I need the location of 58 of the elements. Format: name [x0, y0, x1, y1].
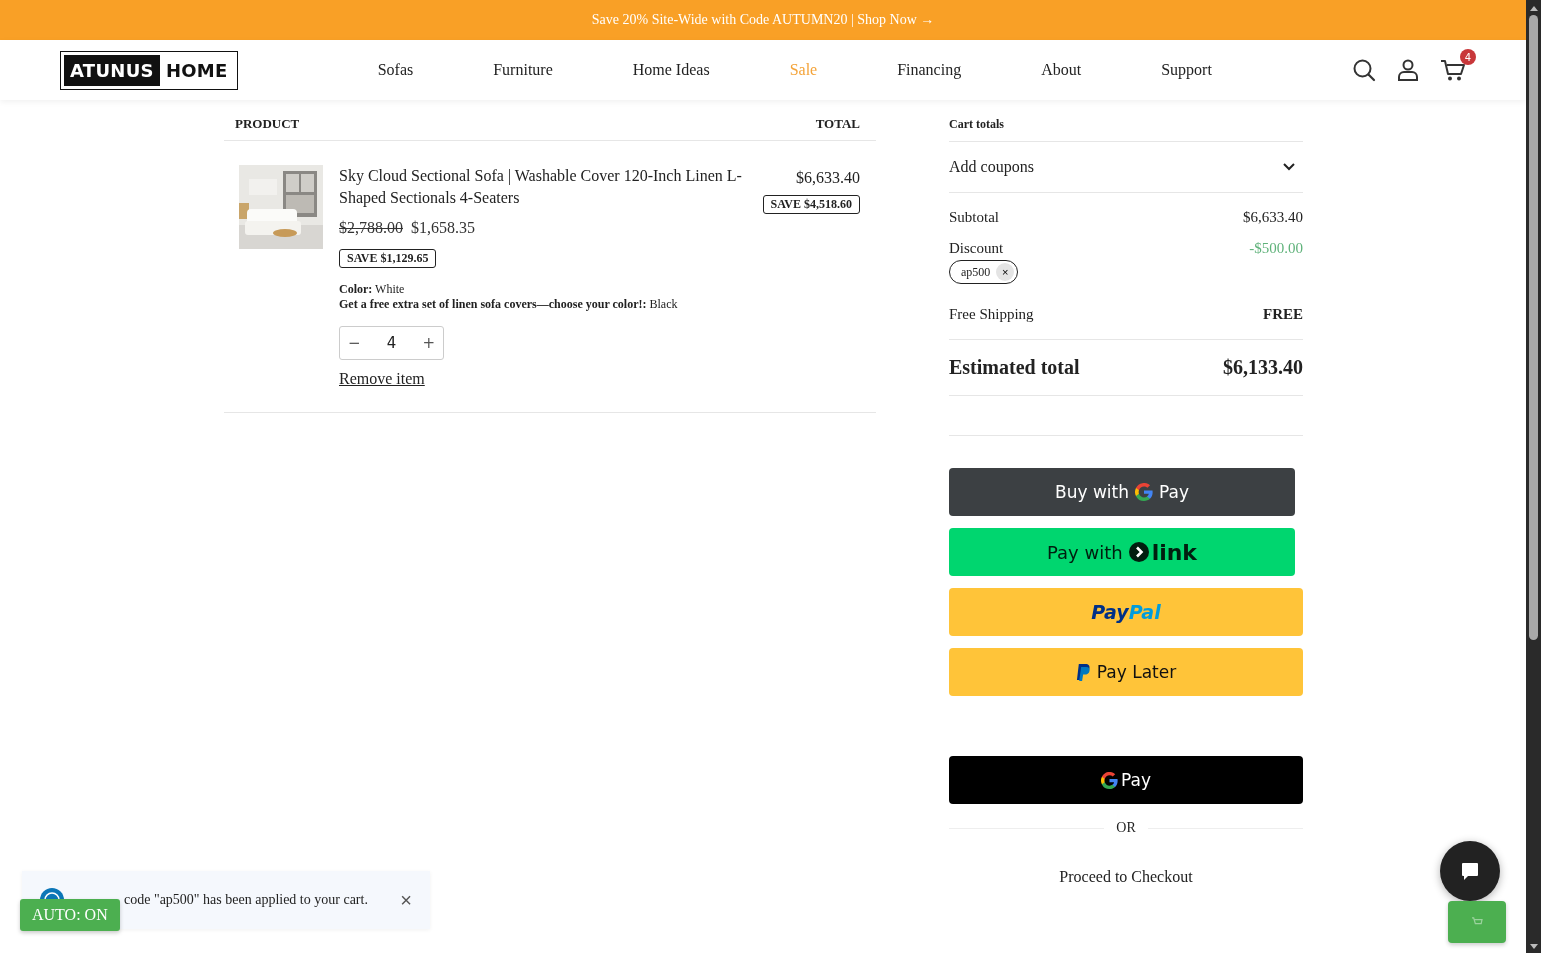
- scrollbar-thumb[interactable]: [1529, 15, 1538, 640]
- remove-link[interactable]: Remove item: [339, 370, 425, 388]
- link-pay-button[interactable]: Pay with link: [949, 528, 1295, 576]
- nav-link[interactable]: Sofas: [377, 61, 414, 79]
- cart-count-badge: 4: [1460, 49, 1476, 65]
- total-value: FREE: [1263, 306, 1303, 323]
- scroll-down-icon: [1529, 944, 1538, 949]
- total-value: $6,133.40: [1223, 356, 1303, 379]
- line-total: $6,633.40: [796, 169, 860, 187]
- savings-tag: SAVE $4,518.60: [762, 195, 860, 214]
- decrease-button[interactable]: −: [340, 334, 369, 352]
- scroll-up-icon: [1529, 6, 1538, 11]
- paypal-button[interactable]: PayPal: [949, 588, 1303, 636]
- remove-coupon-button[interactable]: ×: [996, 263, 1015, 281]
- chat-button[interactable]: [1440, 841, 1500, 901]
- search-icon: [1352, 58, 1376, 82]
- cart-icon: [1440, 58, 1466, 82]
- sale-price: $1,658.35: [411, 219, 475, 237]
- nav-link[interactable]: Support: [1161, 61, 1212, 79]
- savings-tag: SAVE $1,129.65: [339, 249, 437, 268]
- total-label: Discount: [949, 240, 1004, 257]
- nav-link[interactable]: Financing: [897, 61, 962, 79]
- chevron-circle-icon: [1128, 542, 1149, 562]
- product-option: Color: White: [339, 282, 763, 297]
- google-pay-button[interactable]: Buy with Pay: [949, 468, 1295, 516]
- cart-icon: [1471, 917, 1483, 927]
- quantity-value: 4: [386, 334, 397, 352]
- product-name[interactable]: Sky Cloud Sectional Sofa | Washable Cover 120-Inch Linen L-Shaped Sectionals 4-Seaters: [339, 165, 749, 209]
- section-title: Cart totals: [949, 114, 1303, 142]
- nav-link[interactable]: About: [1041, 61, 1082, 79]
- total-value: $6,633.40: [1243, 209, 1303, 226]
- chat-icon: [1460, 861, 1480, 881]
- notification-text: code "ap500" has been applied to your cart.: [124, 892, 369, 908]
- google-g-icon: [1101, 771, 1118, 789]
- column-header: PRODUCT: [235, 116, 300, 132]
- checkout-link[interactable]: Proceed to Checkout: [949, 868, 1303, 886]
- total-label: Estimated total: [949, 356, 1080, 379]
- quantity-stepper[interactable]: − 4 +: [339, 326, 444, 360]
- product-option: Get a free extra set of linen sofa covers—choose your color!: Black: [339, 297, 763, 312]
- nav-link[interactable]: Furniture: [493, 61, 553, 79]
- google-g-icon: [1135, 483, 1153, 501]
- account-icon: [1396, 58, 1420, 82]
- total-value: -$500.00: [1249, 240, 1303, 257]
- total-label: Subtotal: [949, 209, 999, 226]
- logo[interactable]: ATUNUS HOME: [60, 50, 238, 90]
- original-price: $2,788.00: [339, 219, 403, 237]
- separator-label: OR: [1116, 820, 1136, 836]
- column-header: TOTAL: [815, 116, 860, 132]
- pay-later-button[interactable]: Pay Later: [949, 648, 1303, 696]
- close-button[interactable]: ×: [400, 888, 412, 912]
- coupon-toggle[interactable]: Add coupons: [949, 142, 1303, 193]
- paypal-p-icon: [1075, 662, 1091, 682]
- google-pay-button[interactable]: Pay: [949, 756, 1303, 804]
- increase-button[interactable]: +: [414, 334, 443, 352]
- auto-badge: AUTO: ON: [20, 899, 120, 931]
- total-label: Free Shipping: [949, 306, 1034, 323]
- nav-link[interactable]: Home Ideas: [632, 61, 710, 79]
- scrollbar[interactable]: [1526, 0, 1541, 953]
